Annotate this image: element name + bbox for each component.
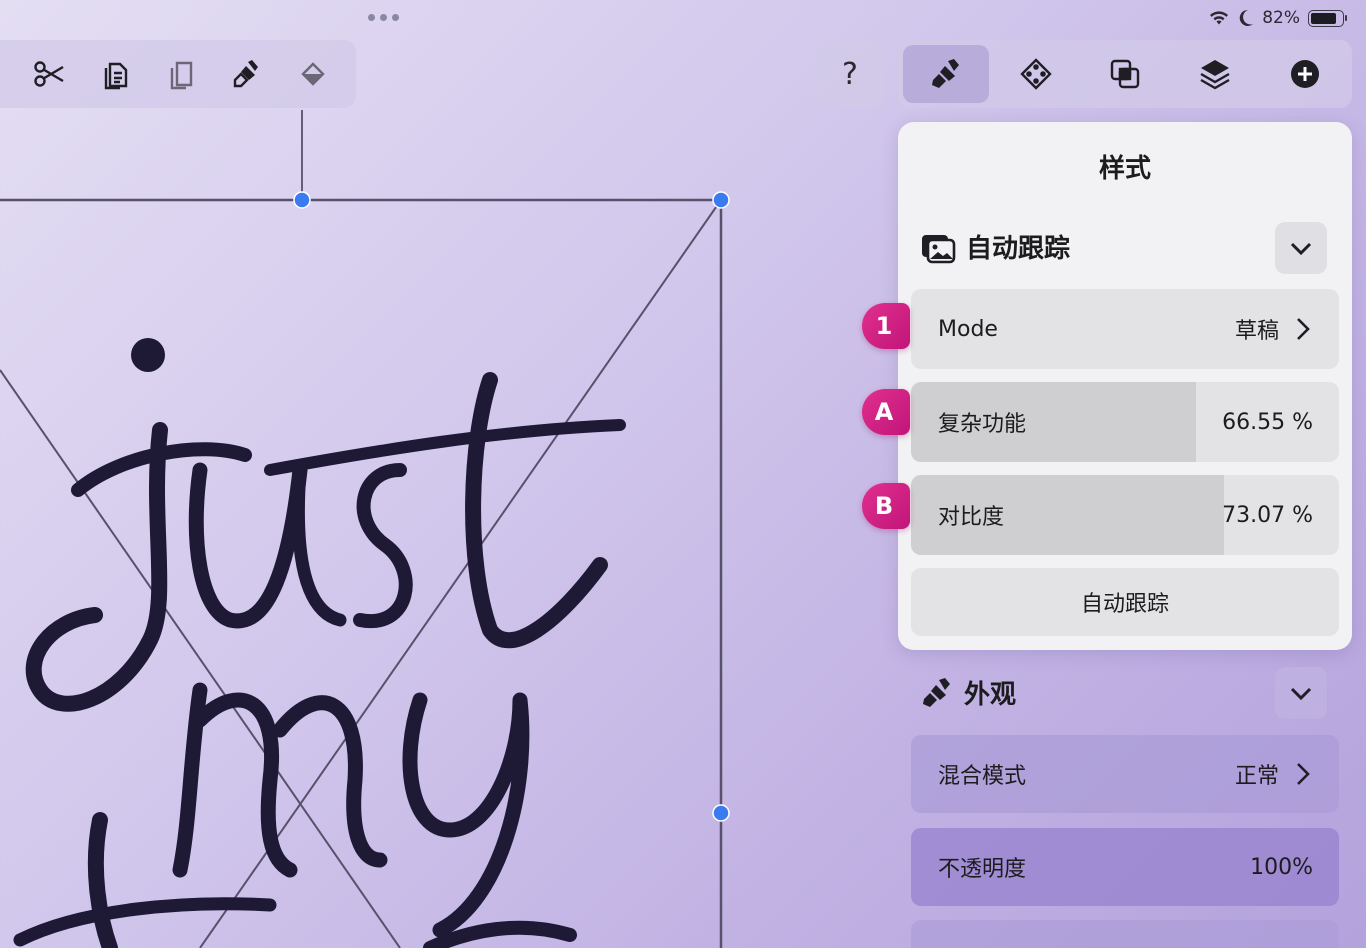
brush-icon [923,677,950,707]
complexity-label: 复杂功能 [938,412,1027,437]
wifi-icon [1210,11,1229,25]
opacity-value: 100% [1250,854,1313,880]
paste-icon [170,61,193,90]
handle-top-center [293,191,311,209]
canvas[interactable] [0,108,780,948]
complexity-slider[interactable]: 复杂功能 66.55 % [911,382,1339,462]
chevron-down-icon [1290,687,1312,701]
contrast-slider[interactable]: 对比度 73.07 % [911,475,1339,555]
blend-mode-value: 正常 [1234,764,1279,789]
copy-button[interactable] [82,44,148,104]
next-row-partial[interactable] [911,920,1339,948]
tab-add[interactable] [1262,45,1348,103]
paste-button[interactable] [148,44,214,104]
callout-badge-b: B [862,483,910,529]
contrast-label: 对比度 [938,505,1005,530]
layers-icon [1200,60,1230,90]
edit-toolbar [0,40,356,108]
appearance-section-header: 外观 [920,674,1016,711]
mode-row[interactable]: Mode 草稿 [911,289,1339,369]
blend-mode-label: 混合模式 [938,764,1027,789]
opacity-slider[interactable]: 不透明度 100% [911,828,1339,906]
auto-trace-section-header: 自动跟踪 [920,228,1070,265]
style-brush-icon [931,59,959,88]
auto-trace-title: 自动跟踪 [966,234,1071,264]
tab-layers[interactable] [1172,45,1258,103]
fill-button[interactable] [280,44,346,104]
status-bar: 82% [1208,8,1347,28]
handle-middle-right [712,804,730,822]
blend-mode-row[interactable]: 混合模式 正常 [911,735,1339,813]
add-icon [1291,60,1320,88]
collapse-appearance-button[interactable] [1275,667,1327,719]
auto-trace-button[interactable]: 自动跟踪 [911,568,1339,636]
paste-style-button[interactable] [214,44,280,104]
chevron-down-icon [1290,242,1312,256]
chevron-right-icon [1297,318,1310,340]
boolean-ops-icon [1111,59,1140,89]
mode-value: 草稿 [1234,319,1279,344]
tab-style[interactable] [903,45,989,103]
chevron-right-icon [1297,763,1310,785]
cut-button[interactable] [16,44,82,104]
scissors-icon [34,61,64,87]
help-button[interactable]: ? [815,40,885,108]
battery-percent: 82% [1262,8,1300,28]
opacity-label: 不透明度 [938,857,1027,882]
contrast-value: 73.07 % [1222,502,1313,528]
lettering-artwork [13,338,626,948]
style-panel: 样式 自动跟踪 Mode 草稿 复杂功能 66.55 % 对比度 73.07 %… [898,122,1352,650]
paste-style-icon [233,60,258,88]
transform-diamond-icon [1019,58,1052,90]
appearance-title: 外观 [964,680,1017,710]
tab-boolean[interactable] [1083,45,1169,103]
complexity-value: 66.55 % [1222,409,1313,435]
image-trace-icon [922,234,956,263]
multitasking-dots[interactable] [368,14,399,21]
battery-icon [1308,9,1347,27]
panel-title: 样式 [1098,154,1151,184]
callout-badge-1: 1 [862,303,910,349]
inspector-tabs [898,40,1352,108]
collapse-auto-trace-button[interactable] [1275,222,1327,274]
tab-transform[interactable] [993,45,1079,103]
mode-label: Mode [938,316,998,342]
copy-icon [104,62,128,90]
callout-badge-a: A [862,389,910,435]
auto-trace-button-label: 自动跟踪 [1080,592,1169,617]
fill-icon [301,62,325,86]
handle-top-right [712,191,730,209]
moon-icon [1239,9,1254,26]
